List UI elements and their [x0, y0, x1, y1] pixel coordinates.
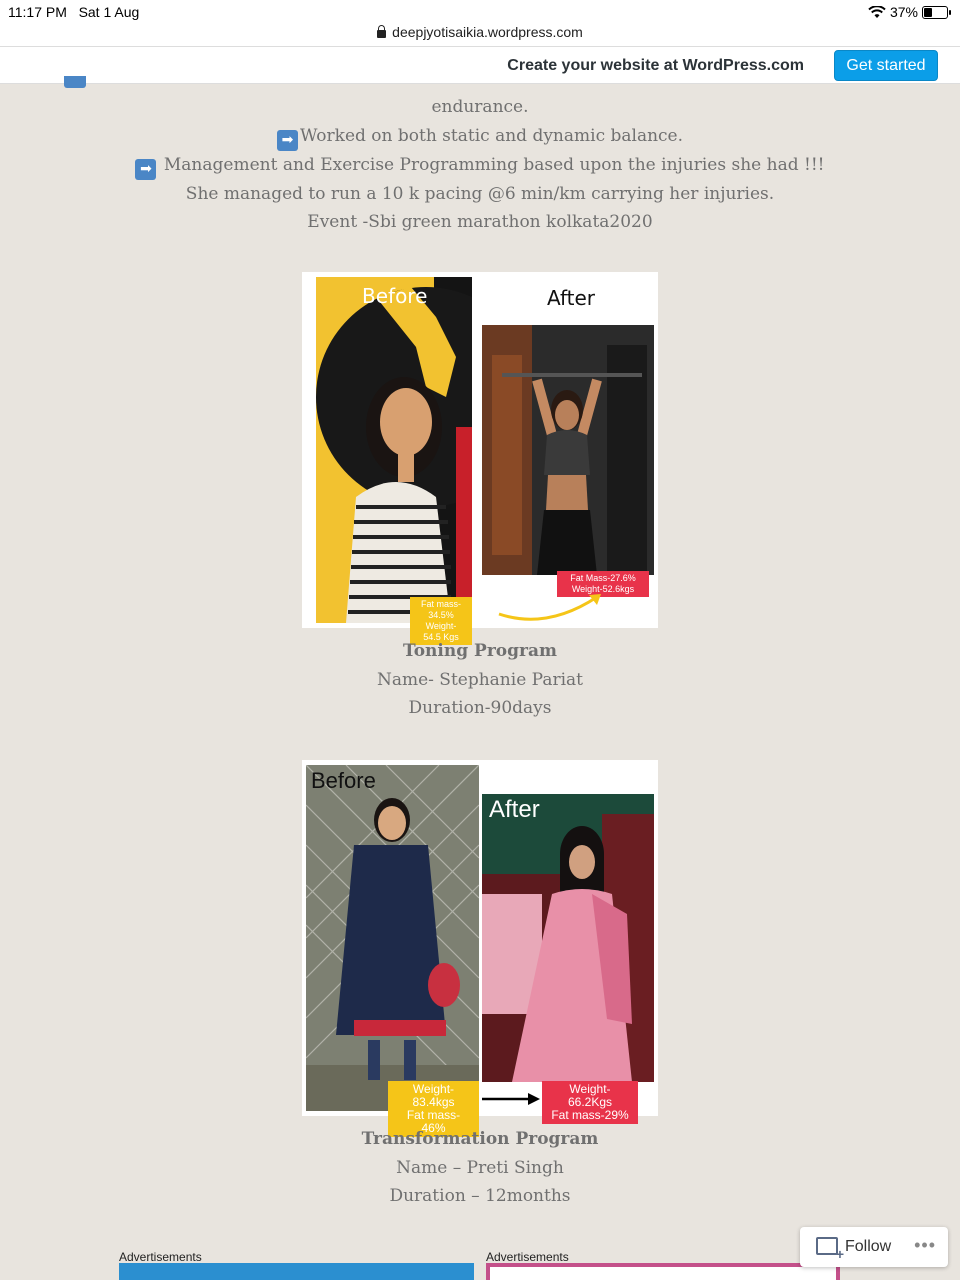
transformation-after-label: After	[489, 796, 540, 823]
lock-icon	[377, 25, 387, 38]
follow-button[interactable]: Follow •••	[800, 1227, 948, 1267]
transformation-caption: Transformation Program Name – Preti Sing…	[0, 1125, 960, 1211]
arrow-right-icon	[482, 1093, 540, 1105]
transformation-after-stats: Weight-66.2Kgs Fat mass-29%	[542, 1081, 638, 1124]
before-photo-art	[316, 277, 472, 623]
toning-before-photo	[316, 277, 472, 623]
transformation-before-after-image[interactable]: Before After Weight-83.4kgs Fat mass-46% …	[302, 760, 658, 1137]
url-bar[interactable]: deepjyotisaikia.wordpress.com	[0, 22, 960, 46]
before-photo-art	[306, 765, 479, 1111]
text-balance: ➡ Worked on both static and dynamic balan…	[0, 122, 960, 151]
ad-left[interactable]	[119, 1263, 474, 1280]
toning-after-label: After	[547, 286, 596, 310]
arrow-right-icon: ➡	[276, 129, 298, 151]
after-photo-art	[482, 794, 654, 1082]
ad-right[interactable]	[486, 1263, 840, 1280]
intro-text: endurance. ➡ Worked on both static and dy…	[0, 84, 960, 237]
transformation-name: Name – Preti Singh	[396, 1157, 564, 1178]
transformation-title: Transformation Program	[361, 1129, 599, 1149]
toning-before-after-image[interactable]: Before After Fat mass-34.5% Weight-54.5 K…	[302, 272, 658, 645]
wordpress-banner: Create your website at WordPress.com Get…	[0, 46, 960, 84]
toning-duration: Duration-90days	[408, 698, 552, 718]
battery-icon	[922, 5, 951, 19]
transformation-before-label: Before	[311, 768, 376, 793]
progress-arrow-icon	[498, 594, 601, 621]
status-right: 37%	[868, 4, 951, 20]
text-event: Event -Sbi green marathon kolkata2020	[307, 212, 653, 232]
url-text: deepjyotisaikia.wordpress.com	[392, 24, 583, 40]
after-photo-art	[482, 325, 654, 575]
arrow-right-icon: ➡	[135, 158, 157, 180]
text-run: She managed to run a 10 k pacing @6 min/…	[185, 183, 775, 204]
ad-label-right: Advertisements	[486, 1250, 569, 1264]
ad-label-left: Advertisements	[119, 1250, 202, 1264]
wifi-icon	[868, 5, 886, 18]
toning-caption: Toning Program Name- Stephanie Pariat Du…	[0, 637, 960, 723]
toning-after-photo	[482, 325, 654, 575]
follow-icon	[816, 1237, 844, 1262]
create-website-link[interactable]: Create your website at WordPress.com	[507, 57, 804, 75]
status-time: 11:17 PM Sat 1 Aug	[8, 4, 140, 20]
transformation-after-photo	[482, 794, 654, 1082]
get-started-button[interactable]: Get started	[834, 50, 938, 81]
more-icon[interactable]: •••	[914, 1235, 936, 1256]
status-bar: 11:17 PM Sat 1 Aug 37%	[0, 0, 960, 24]
battery-percent: 37%	[889, 4, 918, 20]
toning-title: Toning Program	[403, 641, 557, 661]
text-endurance: endurance.	[431, 97, 529, 117]
transformation-duration: Duration – 12months	[389, 1186, 571, 1206]
text-management: ➡ Management and Exercise Programming ba…	[0, 151, 960, 180]
follow-label: Follow	[845, 1238, 892, 1255]
toning-name: Name- Stephanie Pariat	[376, 669, 584, 690]
toning-before-label: Before	[362, 284, 428, 308]
transformation-before-photo	[306, 765, 479, 1111]
